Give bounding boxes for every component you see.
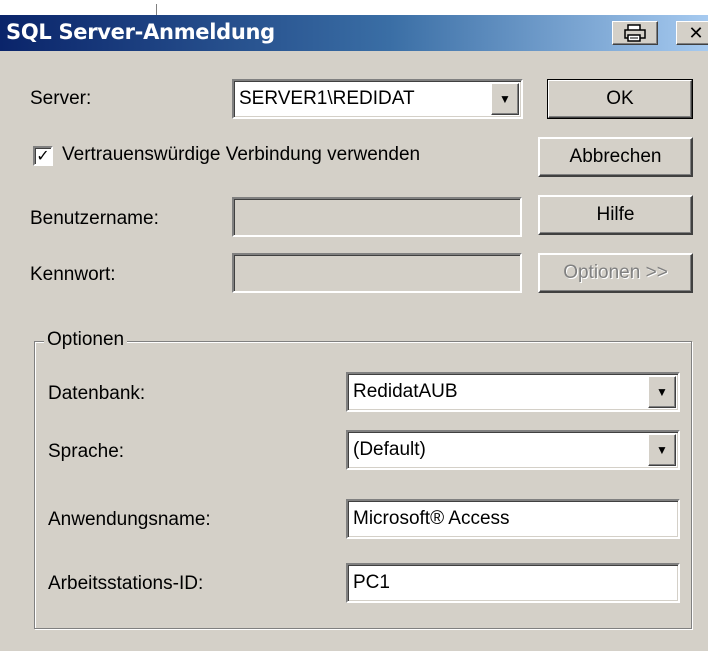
options-button[interactable]: Optionen >> (538, 253, 693, 293)
username-field[interactable] (232, 197, 522, 237)
workstation-id-field[interactable]: PC1 (346, 563, 680, 603)
close-icon: ✕ (688, 22, 704, 44)
language-value: (Default) (353, 439, 426, 460)
chevron-down-icon: ▼ (499, 92, 511, 106)
database-label: Datenbank: (48, 383, 146, 404)
help-button[interactable]: Hilfe (538, 195, 693, 235)
trusted-connection-checkbox[interactable]: ✓ (33, 146, 53, 166)
username-label: Benutzername: (30, 208, 159, 229)
app-name-value: Microsoft® Access (353, 508, 510, 529)
database-dropdown-button[interactable]: ▼ (648, 376, 676, 408)
title-bar[interactable]: SQL Server-Anmeldung ✕ (0, 15, 708, 51)
options-group-legend: Optionen (44, 329, 128, 351)
language-dropdown-button[interactable]: ▼ (648, 434, 676, 466)
printer-icon (624, 24, 646, 42)
app-name-label: Anwendungsname: (48, 509, 211, 530)
trusted-connection-label[interactable]: Vertrauenswürdige Verbindung verwenden (62, 144, 420, 166)
language-label: Sprache: (48, 441, 125, 462)
printer-icon-button[interactable] (612, 21, 658, 45)
ok-button[interactable]: OK (547, 79, 693, 119)
database-value: RedidatAUB (353, 381, 458, 402)
close-button[interactable]: ✕ (676, 21, 708, 45)
password-label: Kennwort: (30, 264, 116, 285)
server-dropdown-button[interactable]: ▼ (491, 83, 519, 115)
database-combobox[interactable]: RedidatAUB ▼ (346, 372, 680, 412)
server-value: SERVER1\REDIDAT (239, 88, 415, 109)
chevron-down-icon: ▼ (656, 443, 668, 457)
server-combobox[interactable]: SERVER1\REDIDAT ▼ (232, 79, 523, 119)
workstation-id-label: Arbeitsstations-ID: (48, 573, 204, 594)
divider (156, 4, 157, 15)
app-name-field[interactable]: Microsoft® Access (346, 499, 680, 539)
password-field[interactable] (232, 253, 522, 293)
language-combobox[interactable]: (Default) ▼ (346, 430, 680, 470)
top-strip (0, 0, 708, 15)
server-label: Server: (30, 88, 92, 109)
checkmark-icon: ✓ (36, 146, 50, 165)
chevron-down-icon: ▼ (656, 385, 668, 399)
window-title: SQL Server-Anmeldung (6, 20, 275, 44)
cancel-button[interactable]: Abbrechen (538, 137, 693, 177)
workstation-id-value: PC1 (353, 572, 390, 593)
